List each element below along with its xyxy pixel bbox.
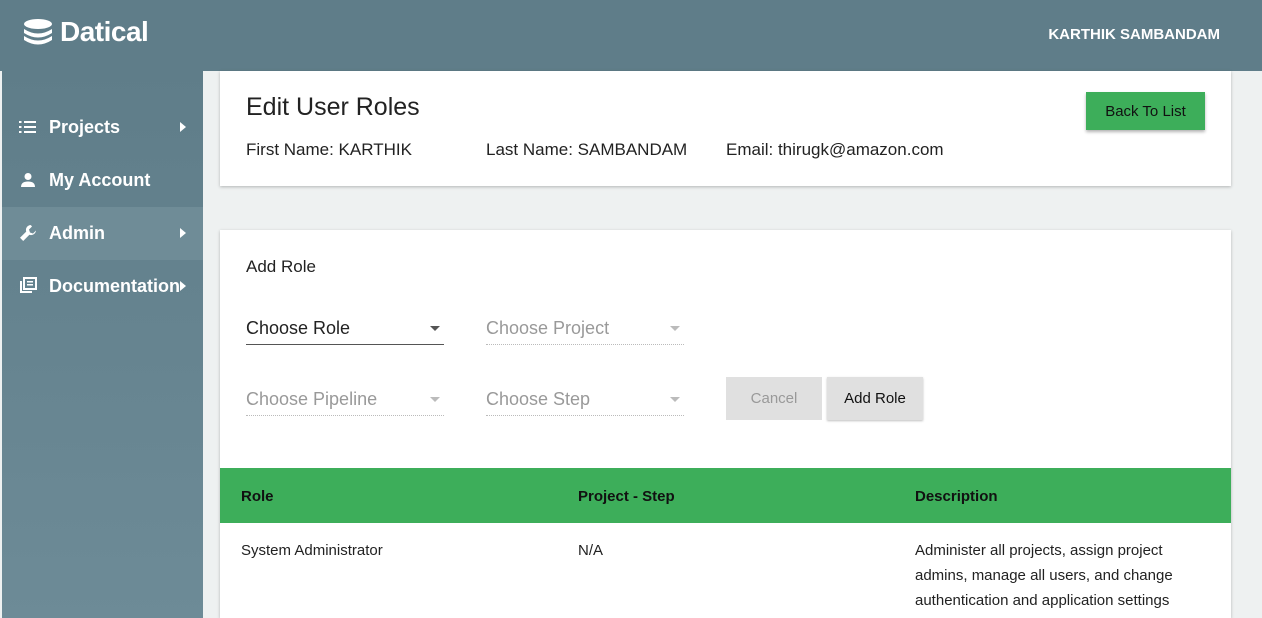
email: Email: thirugk@amazon.com <box>726 140 944 159</box>
add-role-card: Add Role Choose Role Choose Project Choo… <box>220 230 1231 618</box>
stack-icon <box>24 19 52 45</box>
chevron-right-icon <box>180 122 186 132</box>
back-to-list-button[interactable]: Back To List <box>1086 92 1205 130</box>
select-placeholder: Choose Step <box>486 389 591 409</box>
page-title: Edit User Roles <box>246 93 420 121</box>
description-line: admins, manage all users, and change <box>915 567 1173 584</box>
user-menu[interactable]: KARTHIK SAMBANDAM <box>1048 26 1220 43</box>
table-header: Role Project - Step Description <box>220 468 1231 523</box>
library-books-icon <box>20 277 37 293</box>
select-placeholder: Choose Project <box>486 318 610 338</box>
sidebar-item-label: My Account <box>49 170 151 190</box>
cell-role: System Administrator <box>241 542 383 559</box>
person-icon <box>21 173 35 187</box>
choose-role-select[interactable]: Choose Role <box>246 312 444 345</box>
list-icon <box>19 121 36 133</box>
sidebar-item-label: Admin <box>49 223 105 243</box>
sidebar-item-my-account[interactable]: My Account <box>2 154 203 207</box>
choose-pipeline-select[interactable]: Choose Pipeline <box>246 383 444 416</box>
column-header-role[interactable]: Role <box>241 488 274 505</box>
sidebar: Projects My Account Admin Documentation <box>2 71 203 618</box>
select-value: Choose Role <box>246 318 351 338</box>
wrench-icon <box>20 225 36 241</box>
column-header-project-step[interactable]: Project - Step <box>578 488 675 505</box>
sidebar-item-admin[interactable]: Admin <box>2 207 203 260</box>
cancel-button[interactable]: Cancel <box>726 377 822 420</box>
description-line: authentication and application settings <box>915 592 1170 609</box>
sidebar-item-label: Projects <box>49 117 121 137</box>
user-info-card: Edit User Roles First Name: KARTHIK Last… <box>220 71 1231 186</box>
caret-down-icon <box>430 397 440 402</box>
choose-step-select[interactable]: Choose Step <box>486 383 684 416</box>
caret-down-icon <box>430 326 440 331</box>
last-name: Last Name: SAMBANDAM <box>486 140 688 159</box>
sidebar-item-projects[interactable]: Projects <box>2 101 203 154</box>
choose-project-select[interactable]: Choose Project <box>486 312 684 345</box>
description-line: Administer all projects, assign project <box>915 542 1163 559</box>
sidebar-item-documentation[interactable]: Documentation <box>2 260 203 313</box>
chevron-right-icon <box>180 228 186 238</box>
sidebar-item-label: Documentation <box>49 276 181 296</box>
first-name: First Name: KARTHIK <box>246 140 412 159</box>
caret-down-icon <box>670 326 680 331</box>
cell-description: Administer all projects, assign project … <box>915 538 1173 613</box>
brand-name: Datical <box>60 16 149 47</box>
caret-down-icon <box>670 397 680 402</box>
top-bar: Datical KARTHIK SAMBANDAM <box>0 0 1262 71</box>
section-title: Add Role <box>246 257 316 276</box>
chevron-right-icon <box>180 281 186 291</box>
cell-project-step: N/A <box>578 542 604 559</box>
column-header-description[interactable]: Description <box>915 488 998 505</box>
add-role-button[interactable]: Add Role <box>827 377 923 420</box>
datical-logo[interactable]: Datical <box>22 15 149 49</box>
select-placeholder: Choose Pipeline <box>246 389 378 409</box>
